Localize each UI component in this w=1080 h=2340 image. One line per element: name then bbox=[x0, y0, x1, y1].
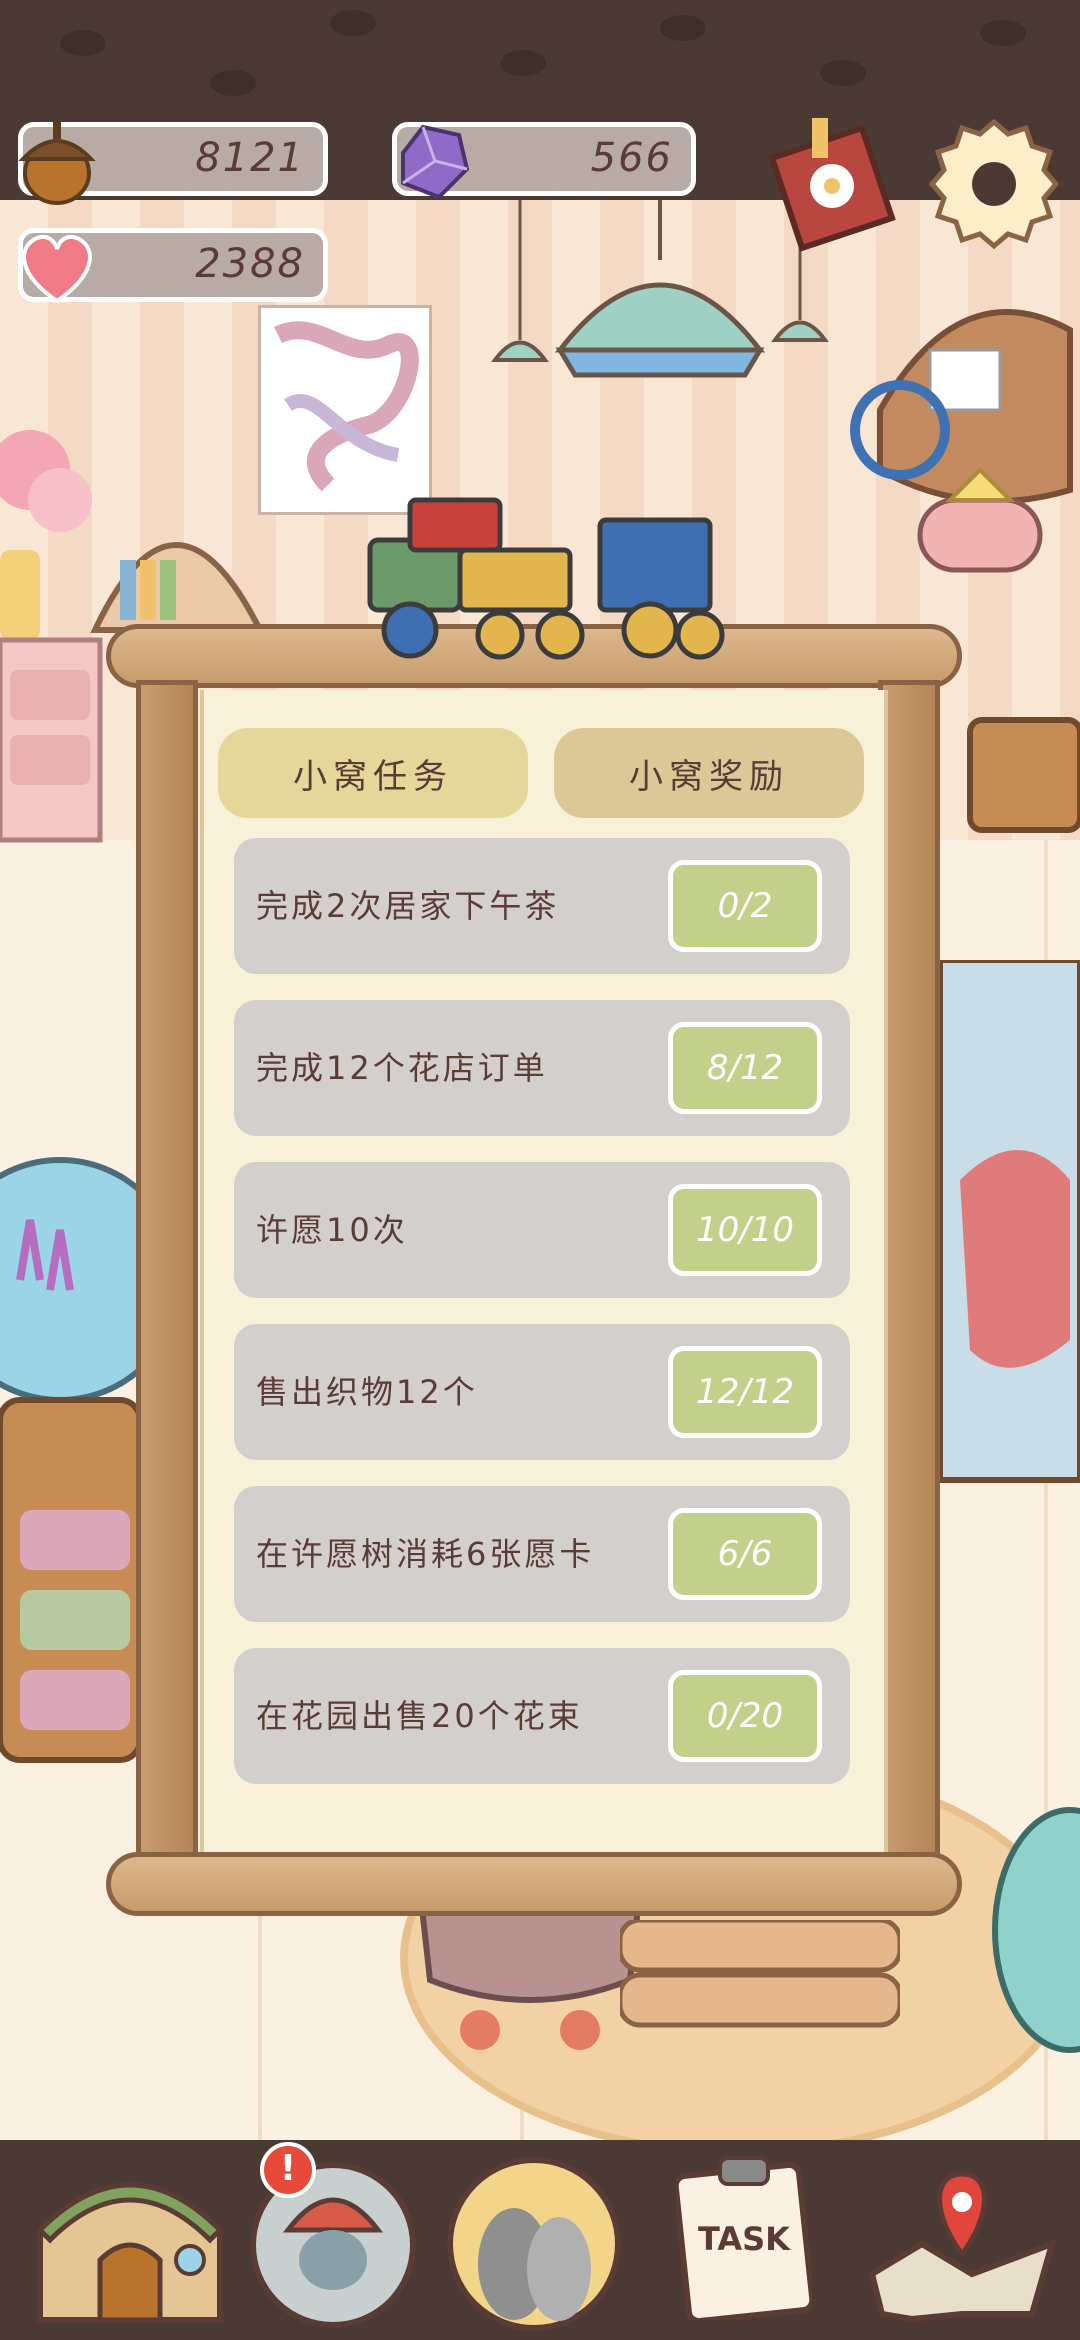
task-progress[interactable]: 0/2 bbox=[668, 860, 822, 952]
heart-count: 2388 bbox=[195, 241, 305, 287]
acorn-counter[interactable]: 8121 bbox=[18, 121, 328, 205]
flower-book-icon[interactable] bbox=[752, 118, 902, 258]
task-row: 售出织物12个 12/12 bbox=[234, 1324, 850, 1460]
scroll-left-rail bbox=[136, 680, 198, 1860]
task-label: 许愿10次 bbox=[256, 1211, 408, 1249]
task-label: 售出织物12个 bbox=[256, 1373, 478, 1411]
task-row: 在花园出售20个花束 0/20 bbox=[234, 1648, 850, 1784]
purple-gem-icon bbox=[401, 124, 470, 200]
gem-counter[interactable]: 566 bbox=[392, 122, 696, 200]
house-nav-icon[interactable] bbox=[30, 2150, 230, 2330]
task-label: 在许愿树消耗6张愿卡 bbox=[256, 1535, 595, 1573]
task-progress[interactable]: 6/6 bbox=[668, 1508, 822, 1600]
task-row: 在许愿树消耗6张愿卡 6/6 bbox=[234, 1486, 850, 1622]
task-progress[interactable]: 10/10 bbox=[668, 1184, 822, 1276]
penguins-nav-icon[interactable] bbox=[444, 2144, 624, 2334]
task-label: 完成2次居家下午茶 bbox=[256, 887, 560, 925]
map-nav-icon[interactable] bbox=[862, 2164, 1062, 2324]
task-row: 许愿10次 10/10 bbox=[234, 1162, 850, 1298]
candy-decor bbox=[992, 1807, 1080, 2053]
task-label: 完成12个花店订单 bbox=[256, 1049, 548, 1087]
cushion-stack bbox=[620, 1920, 900, 2028]
task-label: 在花园出售20个花束 bbox=[256, 1697, 583, 1735]
task-clipboard-button[interactable]: TASK bbox=[676, 2150, 812, 2320]
task-row: 完成12个花店订单 8/12 bbox=[234, 1000, 850, 1136]
tab-home-tasks[interactable]: 小窝任务 bbox=[218, 728, 528, 818]
scroll-bottom-rod bbox=[106, 1852, 962, 1916]
gear-icon[interactable] bbox=[924, 112, 1064, 252]
task-nav-label: TASK bbox=[698, 2220, 790, 2258]
gem-count: 566 bbox=[590, 135, 673, 181]
aquarium-cabinet bbox=[0, 1157, 140, 1763]
tab-home-rewards[interactable]: 小窝奖励 bbox=[554, 728, 864, 818]
toy-train-decor bbox=[367, 497, 725, 660]
task-row: 完成2次居家下午茶 0/2 bbox=[234, 838, 850, 974]
task-progress[interactable]: 8/12 bbox=[668, 1022, 822, 1114]
heart-icon bbox=[22, 234, 92, 304]
acorn-icon bbox=[18, 121, 96, 205]
task-progress[interactable]: 12/12 bbox=[668, 1346, 822, 1438]
alert-badge: ! bbox=[279, 2148, 297, 2189]
heart-counter[interactable]: 2388 bbox=[18, 228, 328, 304]
right-poster bbox=[940, 960, 1080, 1483]
task-progress[interactable]: 0/20 bbox=[668, 1670, 822, 1762]
acorn-count: 8121 bbox=[195, 135, 305, 181]
